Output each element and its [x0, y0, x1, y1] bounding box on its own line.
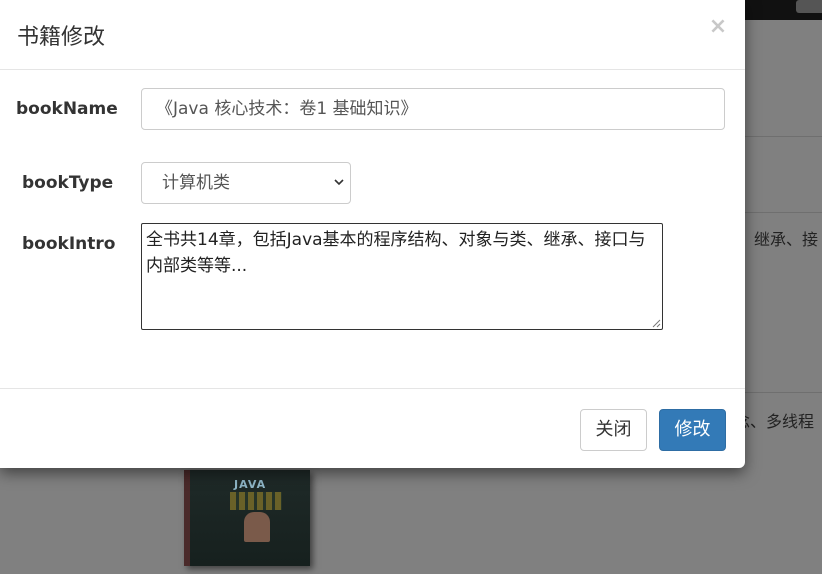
- modal-title: 书籍修改: [17, 25, 106, 50]
- book-cover-title: JAVA: [234, 478, 267, 491]
- modal-header: 书籍修改 ×: [0, 0, 745, 70]
- book-intro-label: bookIntro: [22, 234, 116, 254]
- background-text-row1: 继承、接: [754, 230, 819, 249]
- book-name-label: bookName: [16, 99, 118, 119]
- chevron-down-icon: [334, 179, 344, 186]
- background-divider: [745, 212, 822, 213]
- book-intro-text: 全书共14章，包括Java基本的程序结构、对象与类、继承、接口与内部类等等...: [146, 230, 646, 276]
- book-intro-textarea[interactable]: 全书共14章，包括Java基本的程序结构、对象与类、继承、接口与内部类等等...: [141, 223, 663, 330]
- background-divider: [745, 136, 822, 137]
- book-type-select[interactable]: 计算机类: [141, 162, 351, 204]
- close-button[interactable]: 关闭: [580, 409, 647, 451]
- book-spine: [184, 470, 190, 566]
- save-button[interactable]: 修改: [659, 409, 726, 451]
- background-text-row2: 念、多线程: [734, 412, 815, 431]
- modal-footer: 关闭 修改: [0, 388, 745, 469]
- book-type-label: bookType: [22, 173, 114, 193]
- close-icon[interactable]: ×: [707, 14, 729, 40]
- edit-book-modal: 书籍修改 × bookName 《Java 核心技术：卷1 基础知识》 book…: [0, 0, 745, 468]
- book-cover-photo: [244, 512, 270, 542]
- book-cover-pattern: [230, 492, 282, 510]
- background-top-button: [796, 0, 822, 13]
- resize-handle-icon[interactable]: [652, 319, 661, 328]
- background-book-cover: JAVA: [184, 470, 310, 566]
- background-divider: [745, 392, 822, 393]
- book-type-selected-value: 计算机类: [162, 173, 230, 193]
- book-name-input[interactable]: 《Java 核心技术：卷1 基础知识》: [141, 88, 725, 130]
